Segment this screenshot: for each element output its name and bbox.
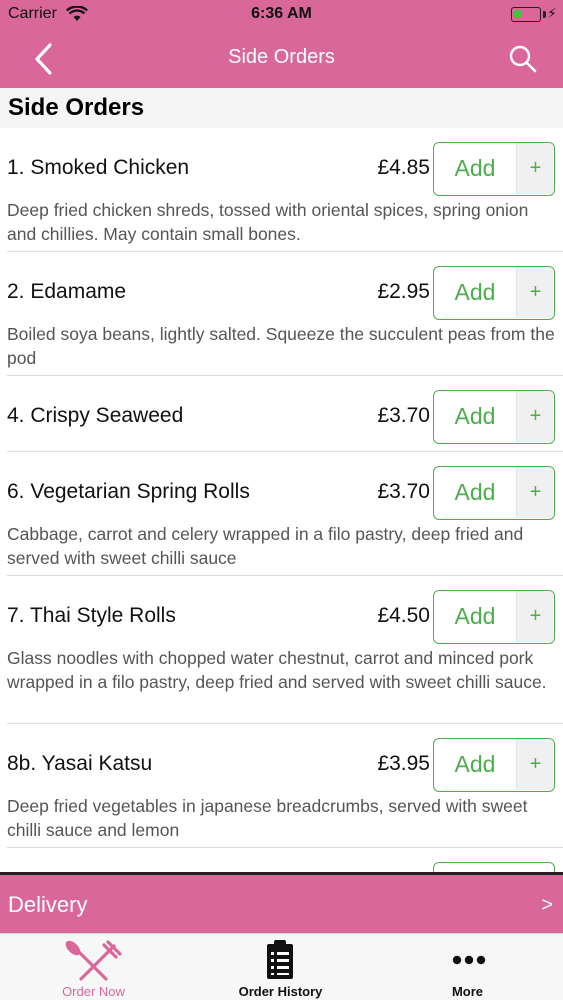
add-button[interactable]: Add + xyxy=(433,466,555,520)
item-name: 1. Smoked Chicken xyxy=(7,156,190,179)
plus-icon[interactable]: + xyxy=(516,391,554,442)
battery-icon xyxy=(511,7,541,22)
tab-bar: Order Now Order History More xyxy=(0,933,563,1000)
menu-item: 7. Thai Style Rolls £4.50 Add + Glass no… xyxy=(7,576,563,724)
item-description: Glass noodles with chopped water chestnu… xyxy=(7,648,547,692)
item-price: £2.95 xyxy=(377,280,430,303)
add-button[interactable]: Add + xyxy=(433,390,555,444)
battery-cap xyxy=(543,11,546,18)
fork-knife-icon xyxy=(65,940,122,981)
tab-order-history[interactable]: Order History xyxy=(187,934,374,1000)
add-button-label: Add xyxy=(454,155,496,181)
plus-icon[interactable]: + xyxy=(516,739,554,790)
item-name: 2. Edamame xyxy=(7,280,127,303)
menu-list[interactable]: 1. Smoked Chicken £4.85 Add + Deep fried… xyxy=(0,128,563,872)
item-name: 8b. Yasai Katsu xyxy=(7,752,153,775)
item-price: £3.70 xyxy=(377,480,430,503)
item-name: 6. Vegetarian Spring Rolls xyxy=(7,480,250,503)
item-description: Boiled soya beans, lightly salted. Squee… xyxy=(7,324,555,368)
plus-icon[interactable]: + xyxy=(516,143,554,194)
tab-more[interactable]: More xyxy=(374,934,561,1000)
status-time: 6:36 AM xyxy=(251,5,312,22)
delivery-bar[interactable]: Delivery > xyxy=(0,872,563,933)
battery-level xyxy=(514,10,521,18)
menu-item: 2. Edamame £2.95 Add + Boiled soya beans… xyxy=(7,252,563,376)
menu-item-partial xyxy=(7,848,563,872)
item-price: £4.85 xyxy=(377,156,430,179)
item-description: Deep fried vegetables in japanese breadc… xyxy=(7,796,528,840)
section-title: Side Orders xyxy=(8,94,145,121)
add-button-label: Add xyxy=(454,479,496,505)
menu-item: 6. Vegetarian Spring Rolls £3.70 Add + C… xyxy=(7,452,563,576)
section-header: Side Orders xyxy=(0,88,563,128)
status-bar: Carrier 6:36 AM ⚡ xyxy=(0,0,563,30)
add-button-label: Add xyxy=(454,751,496,777)
plus-icon[interactable]: + xyxy=(516,591,554,642)
tab-label: Order History xyxy=(238,984,323,999)
item-name: 4. Crispy Seaweed xyxy=(7,404,184,427)
plus-icon[interactable]: + xyxy=(516,467,554,518)
plus-icon[interactable]: + xyxy=(516,267,554,318)
menu-item: 4. Crispy Seaweed £3.70 Add + xyxy=(7,376,563,452)
nav-title: Side Orders xyxy=(228,46,335,68)
add-button[interactable] xyxy=(433,862,555,872)
item-price: £3.70 xyxy=(377,404,430,427)
add-button[interactable]: Add + xyxy=(433,738,555,792)
item-description: Deep fried chicken shreds, tossed with o… xyxy=(7,200,529,244)
add-button-label: Add xyxy=(454,603,496,629)
tab-label: More xyxy=(451,984,484,999)
menu-item: 1. Smoked Chicken £4.85 Add + Deep fried… xyxy=(7,128,563,252)
more-dots-icon xyxy=(452,955,486,965)
charging-icon: ⚡ xyxy=(547,5,557,21)
item-name: 7. Thai Style Rolls xyxy=(7,604,176,627)
add-button-label: Add xyxy=(454,279,496,305)
nav-bar: Side Orders xyxy=(0,30,563,88)
delivery-label: Delivery xyxy=(8,892,88,917)
add-button[interactable]: Add + xyxy=(433,266,555,320)
item-price: £4.50 xyxy=(377,604,430,627)
search-icon[interactable] xyxy=(507,43,539,75)
tab-order-now[interactable]: Order Now xyxy=(0,934,187,1000)
tab-label: Order Now xyxy=(62,984,125,999)
item-price: £3.95 xyxy=(377,752,430,775)
add-button[interactable]: Add + xyxy=(433,590,555,644)
chevron-right-icon: > xyxy=(541,894,553,916)
clipboard-icon xyxy=(267,940,293,979)
item-description: Cabbage, carrot and celery wrapped in a … xyxy=(7,524,524,568)
menu-item: 8b. Yasai Katsu £3.95 Add + Deep fried v… xyxy=(7,724,563,848)
add-button-label: Add xyxy=(454,403,496,429)
add-button[interactable]: Add + xyxy=(433,142,555,196)
